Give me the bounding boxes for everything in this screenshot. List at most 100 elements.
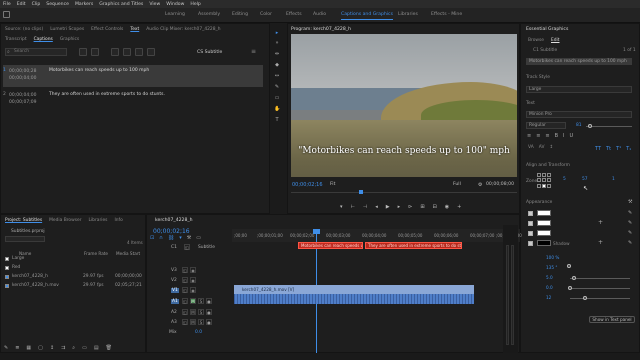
- project-search-input[interactable]: [5, 236, 45, 242]
- font-size-slider[interactable]: [586, 126, 632, 127]
- fill-swatch[interactable]: [537, 210, 551, 216]
- project-item[interactable]: kerch07_4228_h.mov 29.97 fps 02;05;27;21: [5, 283, 142, 288]
- distance-slider[interactable]: [570, 278, 630, 279]
- play-icon[interactable]: ▶: [386, 204, 390, 210]
- track-lock-icon[interactable]: ◱: [182, 277, 188, 283]
- tracking-icon[interactable]: VA: [528, 145, 534, 150]
- tab-effect-controls[interactable]: Effect Controls: [91, 27, 123, 32]
- tab-captions[interactable]: Captions: [34, 37, 53, 42]
- menu-graphics[interactable]: Graphics and Titles: [99, 2, 143, 7]
- menu-edit[interactable]: Edit: [17, 2, 26, 7]
- blur-knob[interactable]: [583, 296, 587, 300]
- tab-transcript[interactable]: Transcript: [5, 37, 27, 42]
- menu-markers[interactable]: Markers: [75, 2, 93, 7]
- linked-icon[interactable]: ⛓: [168, 235, 174, 241]
- mix-volume-value[interactable]: 0.0: [195, 330, 202, 335]
- superscript-icon[interactable]: T¹: [616, 146, 621, 152]
- workspace-color[interactable]: Color: [260, 12, 272, 17]
- shadow-swatch[interactable]: [537, 240, 551, 246]
- all-caps-icon[interactable]: TT: [595, 146, 601, 152]
- workspace-effects[interactable]: Effects: [286, 12, 302, 17]
- tab-audio-clip-mixer[interactable]: Audio Clip Mixer: kerch07_4228_h: [146, 27, 220, 32]
- merge-caption-button[interactable]: [123, 48, 131, 56]
- insert-icon[interactable]: ⊞: [420, 204, 424, 210]
- type-tool-icon[interactable]: T: [274, 117, 280, 123]
- program-title[interactable]: Program: kerch07_4228_h: [291, 27, 351, 32]
- background-swatch[interactable]: [537, 230, 551, 236]
- track-lock-icon[interactable]: ◱: [182, 309, 188, 315]
- automate-icon[interactable]: ⇉: [61, 345, 65, 351]
- mute-button[interactable]: M: [190, 298, 196, 304]
- icon-view-icon[interactable]: ▦: [26, 345, 31, 351]
- go-to-out-icon[interactable]: ⊳: [408, 204, 412, 210]
- tab-libraries[interactable]: Libraries: [89, 218, 108, 223]
- split-caption-button[interactable]: [111, 48, 119, 56]
- edit-icon[interactable]: ✎: [4, 345, 8, 351]
- timeline-timecode[interactable]: 00;00;02;16: [153, 228, 190, 235]
- tab-info[interactable]: Info: [114, 218, 122, 223]
- caption-text[interactable]: They are often used in extreme sports to…: [49, 92, 165, 106]
- track-lock-icon[interactable]: ◱: [182, 287, 188, 293]
- tab-browse[interactable]: Browse: [528, 38, 544, 43]
- solo-button[interactable]: S: [198, 298, 204, 304]
- tab-lumetri-scopes[interactable]: Lumetri Scopes: [50, 27, 84, 32]
- align-center-icon[interactable]: ≡: [536, 133, 540, 139]
- more-button[interactable]: [147, 48, 155, 56]
- position-x-value[interactable]: 5: [563, 177, 566, 182]
- audio-clip[interactable]: [234, 294, 474, 304]
- background-checkbox[interactable]: [528, 231, 533, 236]
- solo-button[interactable]: S: [198, 309, 204, 315]
- settings-icon[interactable]: ⚙: [478, 182, 482, 188]
- home-icon[interactable]: [3, 11, 10, 18]
- italic-icon[interactable]: I: [563, 133, 564, 139]
- kerning-icon[interactable]: AV: [539, 145, 545, 150]
- tab-graphics[interactable]: Graphics: [60, 37, 79, 42]
- new-bin-icon[interactable]: ▭: [82, 345, 87, 351]
- record-icon[interactable]: ●: [206, 298, 212, 304]
- text-layer-item[interactable]: Motorbikes can reach speeds up to 100 mp…: [526, 58, 632, 65]
- track-lock-icon[interactable]: ◱: [182, 298, 188, 304]
- wrench-icon[interactable]: ⚒: [628, 199, 632, 205]
- font-size-knob[interactable]: [588, 124, 592, 128]
- menu-window[interactable]: Window: [166, 2, 184, 7]
- workspace-assembly[interactable]: Assembly: [198, 12, 220, 17]
- shadow-size-value[interactable]: 0.0: [546, 285, 553, 290]
- caption-row[interactable]: 1 00;00;00;28 00;00;04;00 Motorbikes can…: [3, 68, 267, 82]
- font-size-value[interactable]: 81: [576, 123, 582, 128]
- menu-file[interactable]: File: [3, 2, 11, 7]
- caption-display-icon[interactable]: ▭: [196, 235, 201, 241]
- shadow-checkbox[interactable]: [528, 241, 533, 246]
- shadow-distance-value[interactable]: 5.0: [546, 275, 553, 280]
- bold-icon[interactable]: B: [555, 133, 558, 139]
- track-style-select[interactable]: Large: [526, 86, 632, 93]
- add-shadow-icon[interactable]: +: [598, 239, 603, 246]
- mute-button[interactable]: M: [190, 319, 196, 325]
- add-button-icon[interactable]: +: [457, 204, 461, 210]
- step-back-icon[interactable]: ◂: [375, 204, 378, 210]
- slip-tool-icon[interactable]: ↔: [274, 73, 280, 79]
- record-icon[interactable]: ●: [206, 319, 212, 325]
- workspace-editing[interactable]: Editing: [232, 12, 248, 17]
- eye-icon[interactable]: ◉: [190, 287, 196, 293]
- align-right-icon[interactable]: ≡: [545, 133, 549, 139]
- export-frame-icon[interactable]: ◉: [445, 204, 449, 210]
- mark-out-icon[interactable]: ⊢: [351, 204, 355, 210]
- replace-button[interactable]: [91, 48, 99, 56]
- position-z-value[interactable]: 1: [612, 177, 615, 182]
- workspace-libraries[interactable]: Libraries: [398, 12, 418, 17]
- caption-clip[interactable]: Motorbikes can reach speeds up to 100 mp…: [298, 242, 363, 249]
- caption-text[interactable]: Motorbikes can reach speeds up to 100 mp…: [49, 68, 149, 82]
- distance-knob[interactable]: [572, 276, 576, 280]
- menu-help[interactable]: Help: [190, 2, 200, 7]
- nest-icon[interactable]: ⊡: [150, 235, 154, 241]
- delete-icon[interactable]: 🗑: [106, 345, 112, 351]
- search-input[interactable]: Search: [5, 48, 67, 56]
- workspace-learning[interactable]: Learning: [165, 12, 185, 17]
- font-select[interactable]: Minion Pro: [526, 111, 632, 118]
- rectangle-tool-icon[interactable]: ▭: [274, 95, 280, 101]
- sequence-tab[interactable]: kerch07_4228_h: [155, 218, 193, 223]
- track-select-tool-icon[interactable]: »: [274, 40, 280, 46]
- marker-icon[interactable]: ▾: [179, 235, 182, 241]
- tab-text[interactable]: Text: [130, 27, 139, 32]
- eye-icon[interactable]: ◉: [190, 267, 196, 273]
